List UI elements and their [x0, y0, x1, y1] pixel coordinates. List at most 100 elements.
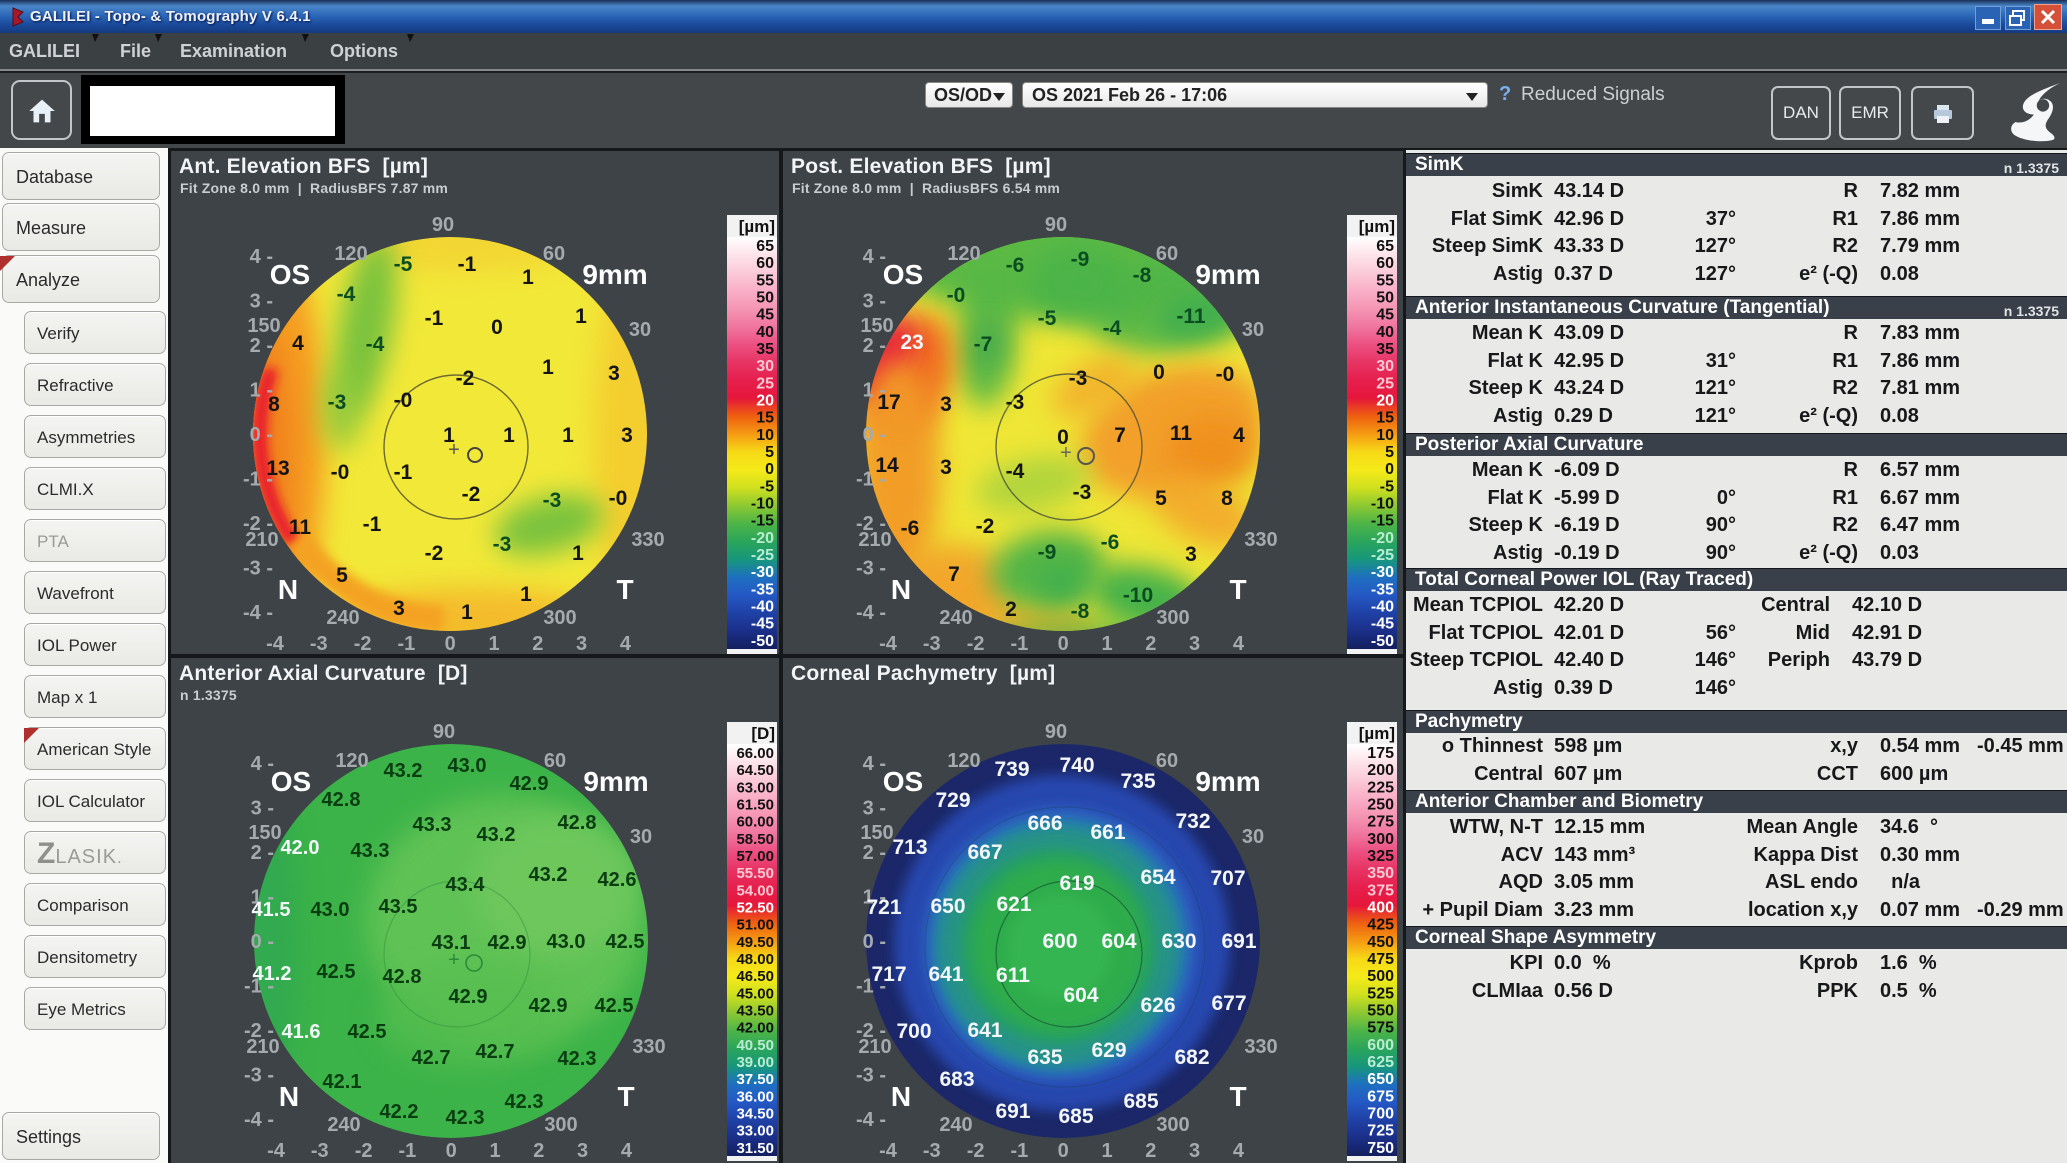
svg-text:725: 725 [1367, 1123, 1394, 1140]
svg-text:43.0: 43.0 [311, 899, 350, 921]
svg-text:-4: -4 [879, 633, 898, 654]
svg-text:550: 550 [1367, 1003, 1394, 1020]
svg-text:42.5: 42.5 [595, 995, 634, 1017]
svg-text:45: 45 [756, 307, 774, 324]
svg-text:9mm: 9mm [583, 766, 648, 797]
svg-text:-30: -30 [751, 564, 774, 581]
svg-text:-1: -1 [399, 1140, 417, 1162]
svg-text:43.3: 43.3 [413, 814, 452, 836]
svg-text:42.3: 42.3 [558, 1048, 597, 1070]
svg-text:0: 0 [446, 1140, 457, 1162]
svg-text:42.5: 42.5 [348, 1021, 387, 1043]
svg-text:7: 7 [948, 563, 960, 586]
svg-text:-8: -8 [1071, 600, 1090, 623]
svg-text:2: 2 [1145, 633, 1156, 654]
svg-text:30: 30 [1376, 358, 1394, 375]
svg-text:-4 -: -4 - [856, 602, 886, 624]
svg-text:11: 11 [1170, 422, 1193, 445]
svg-text:-50: -50 [1371, 633, 1394, 650]
svg-text:1: 1 [488, 633, 499, 654]
svg-text:-3 -: -3 - [856, 558, 886, 580]
svg-text:43.2: 43.2 [384, 760, 423, 782]
svg-text:-40: -40 [751, 599, 774, 616]
svg-text:66.00: 66.00 [736, 745, 774, 762]
svg-text:43.0: 43.0 [547, 931, 586, 953]
svg-text:-5: -5 [1038, 307, 1057, 330]
svg-text:-5: -5 [1380, 478, 1394, 495]
svg-text:51.00: 51.00 [736, 917, 774, 934]
svg-text:635: 635 [1027, 1046, 1062, 1069]
svg-text:43.0: 43.0 [448, 755, 487, 777]
svg-text:25: 25 [756, 375, 774, 392]
svg-text:-3: -3 [328, 391, 347, 414]
svg-text:600: 600 [1367, 1037, 1394, 1054]
svg-text:30: 30 [630, 826, 652, 848]
svg-text:T: T [1229, 574, 1246, 605]
svg-text:-4: -4 [879, 1140, 898, 1162]
svg-text:150: 150 [247, 315, 280, 337]
svg-text:1: 1 [562, 424, 574, 447]
svg-text:-3 -: -3 - [856, 1065, 886, 1087]
svg-text:3 -: 3 - [250, 291, 273, 313]
svg-text:1: 1 [575, 305, 587, 328]
svg-text:OS: OS [271, 766, 311, 797]
svg-text:43.2: 43.2 [529, 864, 568, 886]
svg-text:7: 7 [1114, 424, 1126, 447]
svg-text:-2: -2 [967, 633, 985, 654]
svg-text:13: 13 [266, 457, 289, 480]
svg-text:-4: -4 [266, 633, 285, 654]
svg-text:3: 3 [608, 362, 620, 385]
svg-text:15: 15 [756, 410, 774, 427]
svg-text:0 -: 0 - [250, 424, 273, 446]
svg-text:1: 1 [1101, 633, 1112, 654]
svg-text:150: 150 [860, 822, 893, 844]
svg-text:55: 55 [756, 272, 774, 289]
svg-text:14: 14 [875, 454, 899, 477]
svg-text:-4 -: -4 - [243, 602, 273, 624]
svg-text:200: 200 [1367, 762, 1394, 779]
svg-text:3 -: 3 - [863, 798, 886, 820]
svg-text:641: 641 [967, 1019, 1002, 1042]
svg-text:-3: -3 [923, 1140, 941, 1162]
svg-text:1: 1 [572, 542, 584, 565]
svg-text:330: 330 [631, 529, 664, 551]
svg-text:42.2: 42.2 [380, 1101, 419, 1123]
svg-text:OS: OS [883, 766, 923, 797]
svg-text:330: 330 [1244, 529, 1277, 551]
svg-text:30: 30 [629, 319, 651, 341]
svg-text:-3: -3 [923, 633, 941, 654]
svg-text:-40: -40 [1371, 599, 1394, 616]
svg-text:20: 20 [1376, 393, 1394, 410]
svg-text:42.8: 42.8 [558, 812, 597, 834]
svg-text:-2 -: -2 - [243, 513, 273, 535]
svg-text:30: 30 [756, 358, 774, 375]
svg-text:619: 619 [1059, 872, 1094, 895]
svg-text:43.1: 43.1 [432, 932, 471, 954]
svg-text:-3: -3 [1069, 367, 1088, 390]
svg-text:61.50: 61.50 [736, 797, 774, 814]
svg-text:0: 0 [1058, 633, 1069, 654]
svg-text:240: 240 [939, 1114, 972, 1136]
svg-text:-4: -4 [366, 333, 385, 356]
svg-text:739: 739 [994, 758, 1029, 781]
svg-text:-4 -: -4 - [856, 1109, 886, 1131]
svg-text:-30: -30 [1371, 564, 1394, 581]
svg-text:120: 120 [335, 750, 368, 772]
svg-text:9mm: 9mm [1195, 766, 1260, 797]
svg-text:42.00: 42.00 [736, 1020, 774, 1037]
svg-text:629: 629 [1091, 1039, 1126, 1062]
svg-text:-0: -0 [947, 284, 966, 307]
svg-text:42.0: 42.0 [281, 837, 320, 859]
svg-text:63.00: 63.00 [736, 779, 774, 796]
svg-text:65: 65 [1376, 238, 1394, 255]
svg-text:1: 1 [520, 583, 532, 606]
svg-text:N: N [278, 574, 298, 605]
svg-text:42.3: 42.3 [505, 1091, 544, 1113]
svg-text:48.00: 48.00 [736, 951, 774, 968]
svg-text:717: 717 [871, 963, 906, 986]
svg-text:1: 1 [1101, 1140, 1112, 1162]
svg-text:240: 240 [326, 607, 359, 629]
svg-text:OS: OS [270, 259, 310, 290]
svg-text:0: 0 [491, 316, 503, 339]
svg-text:2: 2 [1145, 1140, 1156, 1162]
